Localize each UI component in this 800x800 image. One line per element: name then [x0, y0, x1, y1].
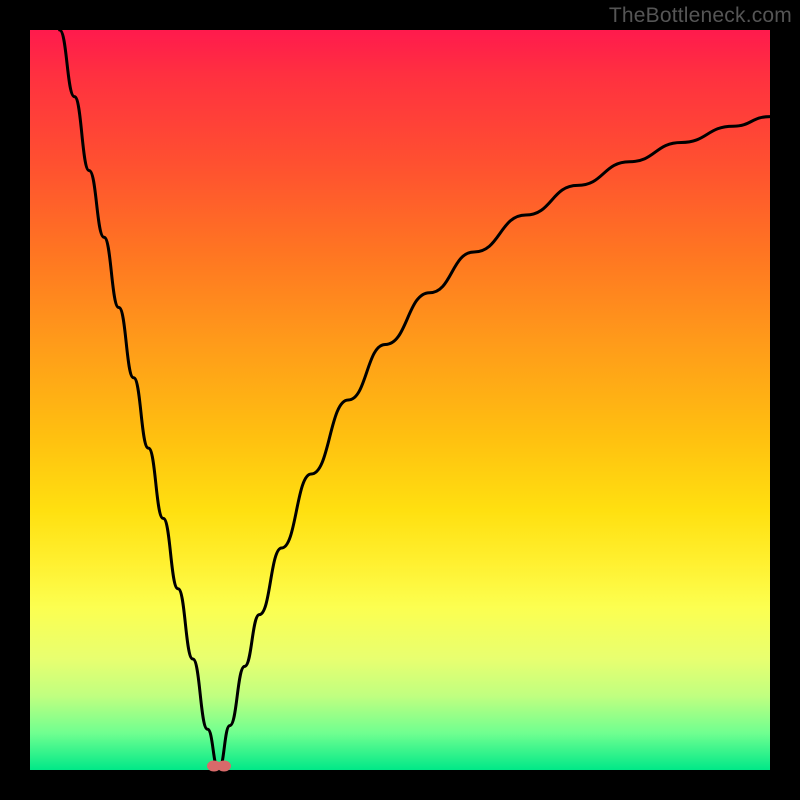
plot-area	[30, 30, 770, 770]
min-point-2	[217, 761, 231, 772]
chart-frame: TheBottleneck.com	[0, 0, 800, 800]
watermark-text: TheBottleneck.com	[609, 4, 792, 28]
curve-layer	[30, 30, 770, 770]
bottleneck-curve	[60, 30, 770, 770]
